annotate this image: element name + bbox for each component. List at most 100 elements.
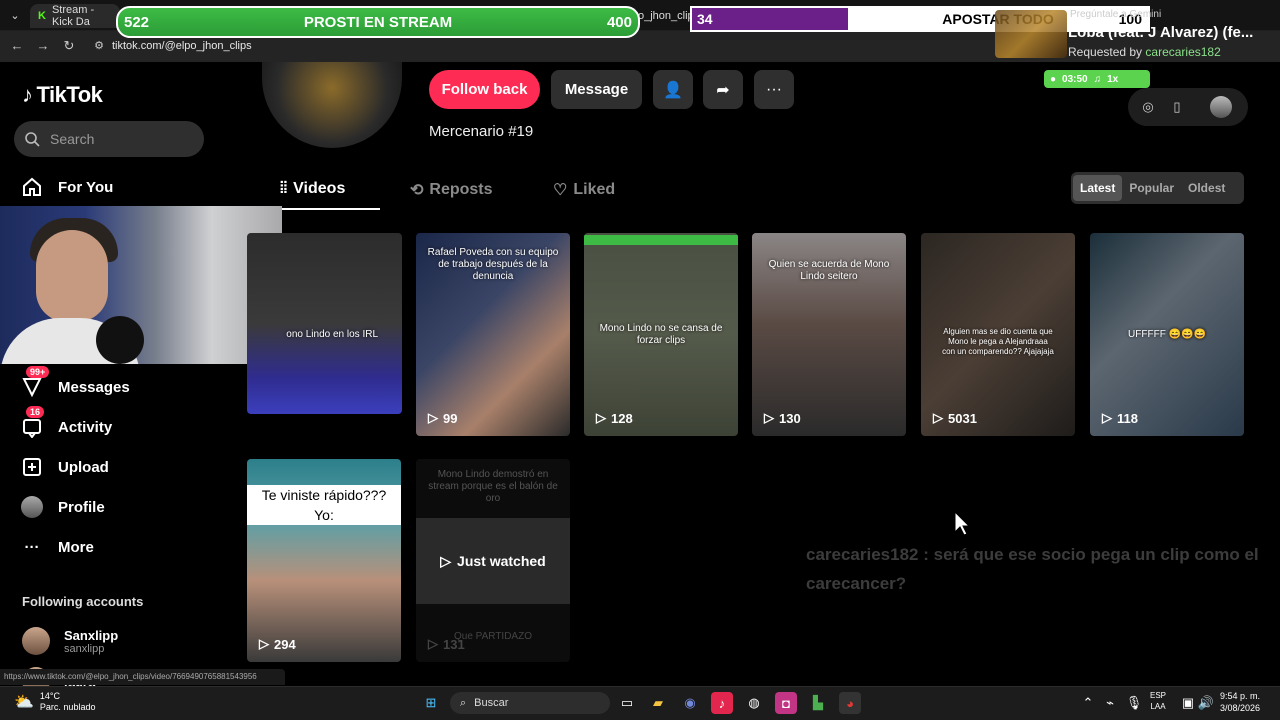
chrome-icon[interactable]: ◕ bbox=[839, 692, 861, 714]
sidebar-item-label: Upload bbox=[58, 458, 109, 476]
taskbar-search[interactable]: ⌕ Buscar bbox=[450, 692, 610, 714]
kick-icon: K bbox=[38, 10, 46, 22]
clock-icon: ● bbox=[1050, 73, 1057, 85]
sidebar-item-label: Activity bbox=[58, 418, 113, 436]
network-off-icon[interactable]: ⌁ bbox=[1102, 692, 1118, 714]
sidebar-item-more[interactable]: ··· More bbox=[20, 532, 94, 562]
tiktok-logo[interactable]: ♪ TikTok bbox=[22, 82, 103, 108]
sidebar-item-label: Profile bbox=[58, 498, 105, 516]
video-card[interactable]: Mono Lindo demostró en stream porque es … bbox=[416, 459, 570, 662]
language-indicator[interactable]: ESP LAA bbox=[1150, 690, 1166, 712]
status-url: https://www.tiktok.com/@elpo_jhon_clips/… bbox=[0, 669, 285, 685]
tiktok-app-icon[interactable]: ♪ bbox=[711, 692, 733, 714]
video-caption: Quien se acuerda de Mono Lindo seitero bbox=[768, 259, 890, 282]
play-icon: ▷ bbox=[933, 410, 943, 425]
play-icon: ▷ bbox=[428, 636, 438, 651]
volume-icon[interactable]: 🔊 bbox=[1198, 692, 1214, 714]
app-icon[interactable]: ▙ bbox=[807, 692, 829, 714]
reload-icon[interactable]: ↻ bbox=[60, 37, 78, 55]
sort-popular[interactable]: Popular bbox=[1122, 175, 1181, 201]
following-account[interactable]: Sanxlipp sanxlipp bbox=[22, 627, 118, 655]
more-dots-icon: ··· bbox=[24, 538, 40, 556]
video-card[interactable]: Quien se acuerda de Mono Lindo seitero ▷… bbox=[752, 233, 906, 436]
search-icon bbox=[25, 132, 40, 147]
view-count: ▷ 130 bbox=[764, 410, 801, 426]
logo-text: TikTok bbox=[36, 82, 103, 107]
tray-chevron-icon[interactable]: ⌃ bbox=[1080, 692, 1096, 714]
poll-label: PROSTI EN STREAM bbox=[303, 13, 453, 31]
video-card[interactable]: Mono Lindo no se cansa de forzar clips ▷… bbox=[584, 233, 738, 436]
more-options-icon[interactable]: ··· bbox=[754, 70, 794, 109]
video-card[interactable]: UFFFFF 😄😄😄 ▷ 118 bbox=[1090, 233, 1244, 436]
sidebar-item-for-you[interactable]: For You bbox=[20, 172, 113, 202]
video-caption: Mono Lindo no se cansa de forzar clips bbox=[599, 323, 723, 346]
play-icon: ▷ bbox=[764, 410, 774, 425]
video-card[interactable]: Alguien mas se dio cuenta que Mono le pe… bbox=[921, 233, 1075, 436]
share-icon[interactable]: ➦ bbox=[703, 70, 743, 109]
video-card[interactable]: ono Lindo en los IRL ▷100 bbox=[247, 233, 402, 414]
obs-icon[interactable]: ◍ bbox=[743, 692, 765, 714]
weather-widget[interactable]: ⛅ 14°C Parc. nublado bbox=[14, 691, 95, 713]
video-caption: ono Lindo en los IRL bbox=[286, 329, 378, 340]
discord-icon[interactable]: ◉ bbox=[679, 692, 701, 714]
forward-icon[interactable]: → bbox=[34, 37, 52, 55]
tab-liked[interactable]: ♡ Liked bbox=[553, 180, 615, 200]
sidebar-item-profile[interactable]: Profile bbox=[20, 492, 105, 522]
tab-label: Videos bbox=[293, 180, 346, 197]
activity-badge: 16 bbox=[26, 406, 45, 418]
microphone-icon[interactable]: 🎙 bbox=[1126, 692, 1143, 714]
back-icon[interactable]: ← bbox=[8, 37, 26, 55]
album-art bbox=[995, 10, 1067, 58]
tab-list-button[interactable]: ⌄ bbox=[6, 6, 24, 24]
file-explorer-icon[interactable]: ▰ bbox=[647, 692, 669, 714]
site-info-icon[interactable]: ⚙ bbox=[90, 37, 108, 55]
video-caption: Te viniste rápido??? Yo: bbox=[247, 485, 401, 525]
messages-badge: 99+ bbox=[26, 366, 50, 378]
task-view-icon[interactable]: ▭ bbox=[616, 692, 638, 714]
video-card[interactable]: Rafael Poveda con su equipo de trabajo d… bbox=[416, 233, 570, 436]
sidebar-item-messages[interactable]: 99+ Messages bbox=[20, 366, 130, 402]
song-title: Loba (feat. J Alvarez) (fe... bbox=[1068, 24, 1254, 41]
home-icon bbox=[20, 175, 44, 199]
sort-oldest[interactable]: Oldest bbox=[1181, 175, 1232, 201]
account-name: Sanxlipp bbox=[64, 627, 119, 643]
add-friend-icon[interactable]: 👤 bbox=[653, 70, 693, 109]
search-icon: ⌕ bbox=[460, 696, 467, 709]
tab-label: Liked bbox=[573, 181, 616, 198]
follow-back-button[interactable]: Follow back bbox=[429, 70, 540, 109]
tab-title: Stream - Kick Da bbox=[51, 4, 95, 28]
video-caption: UFFFFF 😄😄😄 bbox=[1128, 329, 1206, 340]
sidebar-item-upload[interactable]: Upload bbox=[20, 452, 109, 482]
tab-kick[interactable]: K Stream - Kick Da bbox=[30, 4, 120, 28]
video-card[interactable]: Te viniste rápido??? Yo: ▷ 294 bbox=[247, 459, 401, 662]
display-icon[interactable]: ▣ bbox=[1180, 692, 1196, 714]
mouse-cursor-icon bbox=[954, 511, 970, 536]
profile-avatar-icon bbox=[20, 495, 44, 519]
compass-icon[interactable]: ◎ bbox=[1137, 96, 1159, 118]
tab-reposts[interactable]: ⟲ Reposts bbox=[410, 180, 493, 200]
user-avatar[interactable] bbox=[1210, 96, 1232, 118]
windows-start-icon[interactable]: ⊞ bbox=[420, 692, 442, 714]
tab-tiktok[interactable]: o_jhon_clips bbox=[636, 4, 699, 28]
tab-videos[interactable]: ⦙⦙ Videos bbox=[280, 180, 345, 198]
sort-toggle: Latest Popular Oldest bbox=[1071, 172, 1244, 204]
message-button[interactable]: Message bbox=[551, 70, 642, 109]
view-count: ▷ 118 bbox=[1102, 410, 1138, 426]
requester-name: carecaries182 bbox=[1145, 45, 1221, 59]
webcam-overlay bbox=[0, 206, 282, 364]
view-count: ▷ 5031 bbox=[933, 410, 977, 426]
instagram-icon[interactable]: ◘ bbox=[775, 692, 797, 714]
taskbar-search-label: Buscar bbox=[474, 697, 509, 709]
poll-bar-thumbnail bbox=[584, 235, 738, 245]
search-input[interactable]: Search bbox=[14, 121, 204, 157]
sidebar-item-label: Messages bbox=[58, 378, 130, 396]
sort-latest[interactable]: Latest bbox=[1073, 175, 1123, 201]
chat-overlay-message: carecaries182 : será que ese socio pega … bbox=[806, 540, 1276, 598]
sidebar-item-activity[interactable]: 16 Activity bbox=[20, 406, 113, 442]
poll-count-a: 34 bbox=[697, 11, 713, 27]
system-clock[interactable]: 9:54 p. m. 3/08/2026 bbox=[1220, 690, 1260, 714]
url-field[interactable]: tiktok.com/@elpo_jhon_clips bbox=[112, 35, 252, 57]
phone-icon[interactable]: ▯ bbox=[1166, 96, 1188, 118]
play-icon: ▷ bbox=[428, 410, 438, 425]
play-icon: ▷ bbox=[1102, 410, 1112, 425]
